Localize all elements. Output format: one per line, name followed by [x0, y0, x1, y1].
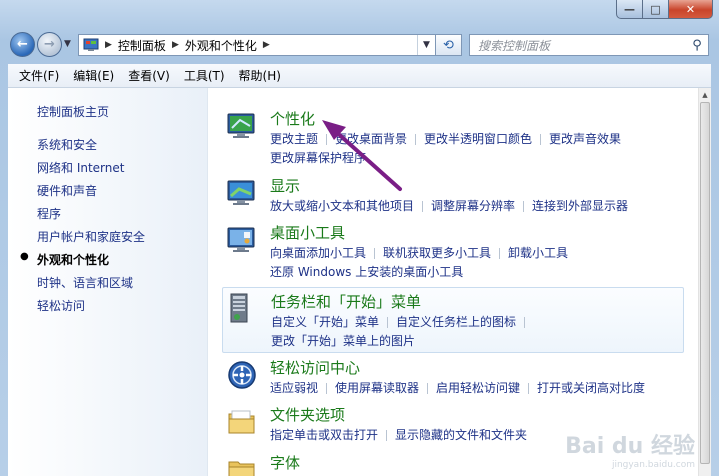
link-window-color[interactable]: 更改半透明窗口颜色 [424, 132, 532, 146]
taskbar-icon [230, 293, 248, 323]
sidebar-item-clock-region[interactable]: 时钟、语言和区域 [37, 274, 133, 291]
breadcrumb-separator[interactable]: ▶ [105, 40, 112, 50]
menu-bar: 文件(F) 编辑(E) 查看(V) 工具(T) 帮助(H) [8, 64, 711, 88]
breadcrumb-control-panel[interactable]: 控制面板 [118, 37, 166, 54]
display-icon [227, 180, 255, 205]
fonts-icon [228, 461, 255, 476]
link-high-contrast[interactable]: 打开或关闭高对比度 [537, 381, 645, 395]
current-item-bullet: ● [20, 251, 29, 262]
link-screen-saver[interactable]: 更改屏幕保护程序 [270, 151, 366, 165]
watermark-text: Bai du 经验 [565, 434, 695, 459]
folder-options-icon [228, 410, 255, 434]
category-ease-of-access: 轻松访问中心 适应弱视 使用屏幕读取器 启用轻松访问键 打开或关闭高对比度 [222, 357, 684, 399]
personalization-icon [227, 113, 255, 138]
address-dropdown-button[interactable]: ▼ [417, 35, 435, 55]
link-show-hidden-files[interactable]: 显示隐藏的文件和文件夹 [395, 428, 527, 442]
category-links: 向桌面添加小工具 联机获取更多小工具 卸载小工具 还原 Windows 上安装的桌面… [270, 244, 684, 282]
link-external-display[interactable]: 连接到外部显示器 [532, 199, 628, 213]
address-bar[interactable]: ▶ 控制面板 ▶ 外观和个性化 ▶ ▼ [78, 34, 436, 56]
watermark-url: jingyan.baidu.com [611, 460, 695, 470]
sidebar-item-network[interactable]: 网络和 Internet [37, 159, 124, 176]
breadcrumb-appearance[interactable]: 外观和个性化 [185, 37, 257, 54]
category-title[interactable]: 显示 [270, 175, 300, 196]
category-gadgets: 桌面小工具 向桌面添加小工具 联机获取更多小工具 卸载小工具 还原 Windows … [222, 222, 684, 282]
refresh-icon: ⟲ [443, 37, 454, 53]
category-personalization: 个性化 更改主题 更改桌面背景 更改半透明窗口颜色 更改声音效果 更改屏幕保护程序 [222, 108, 684, 170]
search-icon[interactable]: ⚲ [686, 38, 708, 53]
sidebar-item-appearance: 外观和个性化 [37, 253, 110, 267]
category-display: 显示 放大或缩小文本和其他项目 调整屏幕分辨率 连接到外部显示器 [222, 175, 684, 219]
link-text-size[interactable]: 放大或缩小文本和其他项目 [270, 199, 414, 213]
ease-of-access-icon [228, 361, 256, 389]
control-panel-icon [83, 38, 99, 51]
link-customize-start-menu[interactable]: 自定义「开始」菜单 [271, 315, 379, 329]
link-low-vision[interactable]: 适应弱视 [270, 381, 318, 395]
menu-edit[interactable]: 编辑(E) [66, 64, 121, 88]
maximize-button[interactable]: □ [643, 0, 669, 19]
category-links: 适应弱视 使用屏幕读取器 启用轻松访问键 打开或关闭高对比度 [270, 379, 684, 398]
category-list: 个性化 更改主题 更改桌面背景 更改半透明窗口颜色 更改声音效果 更改屏幕保护程序 显… [208, 88, 698, 476]
sidebar-item-system-security[interactable]: 系统和安全 [37, 136, 97, 153]
search-input[interactable]: 搜索控制面板 [478, 37, 686, 54]
link-customize-taskbar-icons[interactable]: 自定义任务栏上的图标 [396, 315, 516, 329]
scroll-up-arrow-icon[interactable]: ▲ [699, 88, 711, 102]
sidebar-item-hardware-sound[interactable]: 硬件和声音 [37, 182, 97, 199]
category-taskbar-start-menu[interactable]: 任务栏和「开始」菜单 自定义「开始」菜单 自定义任务栏上的图标 更改「开始」菜单上… [222, 287, 684, 353]
link-change-start-picture[interactable]: 更改「开始」菜单上的图片 [271, 334, 415, 348]
category-title[interactable]: 任务栏和「开始」菜单 [271, 291, 421, 312]
content-area: 控制面板主页 系统和安全 网络和 Internet 硬件和声音 程序 用户帐户和… [8, 88, 711, 476]
recent-pages-dropdown[interactable]: ▼ [64, 39, 71, 49]
scrollbar-thumb[interactable] [700, 102, 710, 464]
search-box[interactable]: 搜索控制面板 ⚲ [469, 34, 709, 56]
breadcrumb-separator[interactable]: ▶ [172, 40, 179, 50]
link-desktop-background[interactable]: 更改桌面背景 [335, 132, 407, 146]
minimize-button[interactable]: — [616, 0, 643, 19]
link-screen-reader[interactable]: 使用屏幕读取器 [335, 381, 419, 395]
category-title[interactable]: 个性化 [270, 108, 315, 129]
category-links: 放大或缩小文本和其他项目 调整屏幕分辨率 连接到外部显示器 [270, 197, 684, 216]
sidebar: 控制面板主页 系统和安全 网络和 Internet 硬件和声音 程序 用户帐户和… [8, 88, 208, 476]
refresh-button[interactable]: ⟲ [436, 34, 462, 56]
forward-button[interactable]: → [37, 32, 62, 57]
menu-file[interactable]: 文件(F) [12, 64, 66, 88]
sidebar-home-link[interactable]: 控制面板主页 [37, 103, 109, 120]
sidebar-item-ease-of-access[interactable]: 轻松访问 [37, 297, 85, 314]
link-accessibility-keys[interactable]: 启用轻松访问键 [436, 381, 520, 395]
category-title[interactable]: 字体 [270, 452, 300, 473]
link-change-theme[interactable]: 更改主题 [270, 132, 318, 146]
caption-buttons: — □ ✕ [616, 0, 713, 19]
link-get-more-gadgets[interactable]: 联机获取更多小工具 [383, 246, 491, 260]
link-single-double-click[interactable]: 指定单击或双击打开 [270, 428, 378, 442]
back-arrow-icon: ← [17, 37, 28, 52]
baidu-watermark: Bai du 经验 jingyan.baidu.com [565, 428, 695, 470]
vertical-scrollbar[interactable]: ▲ [698, 88, 711, 476]
close-button[interactable]: ✕ [669, 0, 713, 19]
link-add-gadgets[interactable]: 向桌面添加小工具 [270, 246, 366, 260]
back-button[interactable]: ← [10, 32, 35, 57]
link-uninstall-gadget[interactable]: 卸载小工具 [508, 246, 568, 260]
menu-help[interactable]: 帮助(H) [232, 64, 288, 88]
navigation-bar: ← → ▼ ▶ 控制面板 ▶ 外观和个性化 ▶ ▼ ⟲ 搜索控制面板 ⚲ [0, 26, 719, 64]
link-screen-resolution[interactable]: 调整屏幕分辨率 [431, 199, 515, 213]
sidebar-item-user-accounts[interactable]: 用户帐户和家庭安全 [37, 228, 145, 245]
link-sound-effects[interactable]: 更改声音效果 [549, 132, 621, 146]
sidebar-item-programs[interactable]: 程序 [37, 205, 61, 222]
category-title[interactable]: 文件夹选项 [270, 404, 345, 425]
gadgets-icon [227, 227, 255, 252]
menu-tools[interactable]: 工具(T) [177, 64, 232, 88]
category-title[interactable]: 轻松访问中心 [270, 357, 360, 378]
menu-view[interactable]: 查看(V) [121, 64, 177, 88]
breadcrumb-separator[interactable]: ▶ [263, 40, 270, 50]
category-links: 自定义「开始」菜单 自定义任务栏上的图标 更改「开始」菜单上的图片 [271, 313, 685, 351]
category-title[interactable]: 桌面小工具 [270, 222, 345, 243]
category-links: 更改主题 更改桌面背景 更改半透明窗口颜色 更改声音效果 更改屏幕保护程序 [270, 130, 684, 168]
link-restore-gadgets[interactable]: 还原 Windows 上安装的桌面小工具 [270, 265, 463, 279]
forward-arrow-icon: → [44, 37, 55, 52]
